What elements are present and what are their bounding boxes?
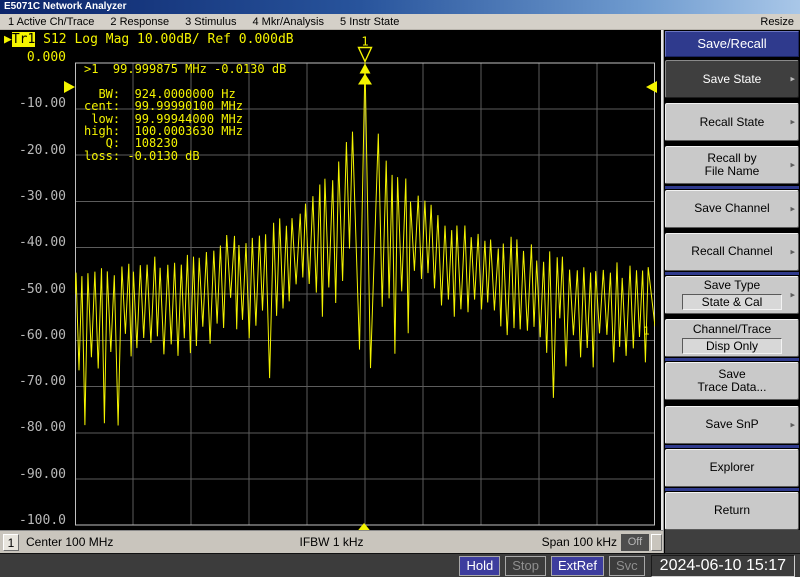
softkey-channel-trace[interactable]: Channel/Trace Disp Only xyxy=(665,319,799,357)
window-title: E5071C Network Analyzer xyxy=(4,1,126,12)
y-axis-tick-label: -10.00 xyxy=(4,96,66,111)
network-analyzer-window: E5071C Network Analyzer 1 Active Ch/Trac… xyxy=(0,0,800,577)
trace-name: Tr1 xyxy=(12,32,35,47)
resize-button[interactable]: Resize xyxy=(760,14,794,30)
softkey-label: Save Type xyxy=(704,279,760,292)
menu-item-4-mkr-analysis[interactable]: 4 Mkr/Analysis xyxy=(244,14,332,30)
softkey-menu: Save/Recall Save State▸Recall State▸Reca… xyxy=(663,30,800,553)
span-readout[interactable]: Span 100 kHz xyxy=(542,535,617,549)
extref-indicator: ExtRef xyxy=(551,556,604,576)
softkey-group-separator xyxy=(665,488,799,491)
y-axis-tick-label: -100.0 xyxy=(4,513,66,528)
hold-indicator: Hold xyxy=(459,556,500,576)
submenu-arrow-icon: ▸ xyxy=(790,116,795,129)
marker-readout-line xyxy=(84,75,286,87)
reference-level-marker-left-icon[interactable] xyxy=(64,81,75,93)
submenu-arrow-icon: ▸ xyxy=(790,202,795,215)
bandwidth-marker-high-icon xyxy=(360,64,371,74)
softkey-save-type[interactable]: Save Type State & Cal ▸ xyxy=(665,276,799,314)
marker-readout-block: >1 99.999875 MHz -0.0130 dB BW: 924.0000… xyxy=(84,63,286,162)
bandwidth-marker-low-icon xyxy=(358,74,372,85)
softkey-save-state[interactable]: Save State ▸ xyxy=(665,60,799,98)
menu-item-1-active-ch-trace[interactable]: 1 Active Ch/Trace xyxy=(0,14,102,30)
softkey-label: Return xyxy=(714,504,750,517)
trace-number-right-label: 1 xyxy=(643,325,650,338)
svc-indicator: Svc xyxy=(609,556,645,576)
off-indicator-badge: Off xyxy=(621,534,649,551)
softkey-label: Recall Channel xyxy=(691,245,772,258)
softkey-value-channel-trace: Disp Only xyxy=(682,338,782,354)
reference-level-marker-right-icon xyxy=(646,81,657,93)
title-bar: E5071C Network Analyzer xyxy=(0,0,800,14)
softkey-save-snp[interactable]: Save SnP ▸ xyxy=(665,406,799,444)
marker-1-icon[interactable] xyxy=(359,48,372,62)
submenu-arrow-icon: ▸ xyxy=(790,73,795,86)
softkey-group-separator xyxy=(665,445,799,448)
menu-item-3-stimulus[interactable]: 3 Stimulus xyxy=(177,14,244,30)
softkey-recall-state[interactable]: Recall State ▸ xyxy=(665,103,799,141)
softkey-group-separator xyxy=(665,272,799,275)
softkey-recall-by-file-name[interactable]: Recall byFile Name▸ xyxy=(665,146,799,184)
softkey-label: Trace Data... xyxy=(698,381,767,394)
instrument-screen-column: ▶Tr1 S12 Log Mag 10.00dB/ Ref 0.000dB 0.… xyxy=(0,30,663,553)
softkey-label: Save State xyxy=(703,73,762,86)
y-axis-reference-label: 0.000 xyxy=(4,50,66,65)
active-trace-arrow-icon: ▶ xyxy=(4,32,12,47)
marker-readout-line: cent: 99.99990100 MHz xyxy=(84,100,286,112)
y-axis-tick-label: -90.00 xyxy=(4,467,66,482)
center-frequency-marker-icon[interactable] xyxy=(355,523,373,530)
submenu-arrow-icon: ▸ xyxy=(790,288,795,301)
softkey-group-separator xyxy=(665,186,799,189)
y-axis-tick-label: -70.00 xyxy=(4,374,66,389)
softkey-menu-footer xyxy=(665,530,800,553)
softkey-menu-title: Save/Recall xyxy=(665,31,799,57)
instrument-state-bar: HoldStopExtRefSvc 2024-06-10 15:17 xyxy=(0,553,800,577)
marker-readout-line: loss: -0.0130 dB xyxy=(84,150,286,162)
softkey-label: File Name xyxy=(705,165,760,178)
y-axis-tick-label: -40.00 xyxy=(4,235,66,250)
datetime-display: 2024-06-10 15:17 xyxy=(651,555,795,577)
y-axis-tick-label: -50.00 xyxy=(4,282,66,297)
instrument-display: ▶Tr1 S12 Log Mag 10.00dB/ Ref 0.000dB 0.… xyxy=(0,30,663,530)
softkey-label: Channel/Trace xyxy=(693,323,771,336)
menu-item-5-instr-state[interactable]: 5 Instr State xyxy=(332,14,407,30)
submenu-arrow-icon: ▸ xyxy=(790,245,795,258)
status-bar-endcap xyxy=(651,534,662,551)
marker-readout-line: >1 99.999875 MHz -0.0130 dB xyxy=(84,63,286,75)
menu-bar: 1 Active Ch/Trace2 Response3 Stimulus4 M… xyxy=(0,14,800,30)
marker-1-number[interactable]: 1 xyxy=(361,35,368,49)
softkey-save-channel[interactable]: Save Channel ▸ xyxy=(665,190,799,228)
submenu-arrow-icon: ▸ xyxy=(790,159,795,172)
y-axis-tick-label: -30.00 xyxy=(4,189,66,204)
stimulus-status-bar: 1 Center 100 MHz IFBW 1 kHz Span 100 kHz… xyxy=(0,530,663,553)
softkey-value-save-type: State & Cal xyxy=(682,294,782,310)
y-axis-tick-label: -20.00 xyxy=(4,143,66,158)
y-axis-tick-label: -60.00 xyxy=(4,328,66,343)
softkey-label: Save SnP xyxy=(705,418,758,431)
softkey-save-trace-data[interactable]: SaveTrace Data... xyxy=(665,362,799,400)
softkey-recall-channel[interactable]: Recall Channel ▸ xyxy=(665,233,799,271)
softkey-label: Save Channel xyxy=(694,202,769,215)
submenu-arrow-icon: ▸ xyxy=(790,418,795,431)
softkey-return[interactable]: Return xyxy=(665,492,799,530)
softkey-label: Recall State xyxy=(700,116,765,129)
softkey-explorer[interactable]: Explorer xyxy=(665,449,799,487)
softkey-group-separator xyxy=(665,358,799,361)
softkey-button-list: Save State▸Recall State▸Recall byFile Na… xyxy=(665,60,799,530)
softkey-label: Explorer xyxy=(710,461,755,474)
marker-readout-line: Q: 108230 xyxy=(84,137,286,149)
y-axis-tick-label: -80.00 xyxy=(4,420,66,435)
stop-indicator: Stop xyxy=(505,556,546,576)
menu-item-2-response[interactable]: 2 Response xyxy=(102,14,177,30)
